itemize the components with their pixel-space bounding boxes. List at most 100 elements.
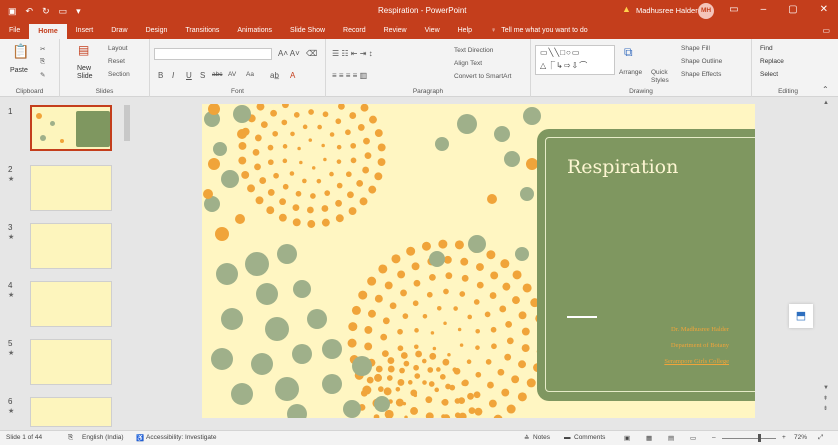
tab-home[interactable]: Home bbox=[29, 24, 67, 39]
thumbnail-slide-2[interactable] bbox=[30, 165, 112, 211]
new-slide-icon[interactable]: ▤ bbox=[78, 43, 89, 57]
cut-icon[interactable]: ✂ bbox=[40, 45, 45, 53]
change-case-button[interactable]: Aa bbox=[246, 71, 254, 78]
zoom-out-icon[interactable]: – bbox=[712, 434, 716, 441]
select-button[interactable]: Select bbox=[760, 71, 778, 78]
comments-button[interactable]: Comments bbox=[574, 434, 605, 441]
paste-icon[interactable]: 📋 bbox=[12, 43, 29, 60]
spelling-icon[interactable]: ⎘ bbox=[68, 434, 73, 442]
notes-button[interactable]: Notes bbox=[533, 434, 550, 441]
thumbnail-slide-5[interactable] bbox=[30, 339, 112, 385]
thumbnail-slide-1[interactable] bbox=[30, 105, 112, 151]
text-direction-button[interactable]: Text Direction bbox=[454, 47, 493, 54]
font-name-input[interactable] bbox=[154, 48, 272, 60]
shape-fill-button[interactable]: Shape Fill bbox=[681, 45, 710, 52]
highlight-icon[interactable]: ab̲ bbox=[270, 71, 279, 80]
section-button[interactable]: Section bbox=[108, 71, 130, 78]
author-name[interactable]: Dr. Madhusree Halder bbox=[671, 326, 729, 333]
zoom-in-icon[interactable]: + bbox=[782, 434, 786, 441]
scroll-down-icon[interactable]: ▼ bbox=[823, 385, 829, 391]
layout-button[interactable]: Layout bbox=[108, 45, 128, 52]
arrange-button[interactable]: Arrange bbox=[619, 69, 642, 76]
quick-styles-button[interactable]: Quick Styles bbox=[651, 69, 677, 85]
thumbnail-slide-3[interactable] bbox=[30, 223, 112, 269]
scrollbar-thumb[interactable] bbox=[124, 105, 130, 141]
slideshow-icon[interactable]: ▭ bbox=[690, 434, 696, 442]
warning-icon[interactable]: ▲ bbox=[622, 4, 631, 14]
new-slide-button[interactable]: New bbox=[77, 65, 91, 72]
save-icon[interactable]: ▣ bbox=[8, 6, 17, 17]
shadow-button[interactable]: S bbox=[200, 71, 205, 80]
department[interactable]: Department of Botany bbox=[671, 342, 729, 349]
italic-button[interactable]: I bbox=[172, 71, 174, 80]
tab-design[interactable]: Design bbox=[137, 27, 177, 39]
tab-slide-show[interactable]: Slide Show bbox=[281, 27, 334, 39]
slide-sorter-icon[interactable]: ▦ bbox=[646, 434, 652, 442]
user-name[interactable]: Madhusree Halder bbox=[636, 6, 698, 15]
comments-icon[interactable]: ▬ bbox=[564, 434, 571, 441]
strikethrough-button[interactable]: abc bbox=[212, 71, 222, 78]
right-scrollbar[interactable] bbox=[818, 97, 838, 430]
shapes-gallery[interactable]: ▭╲╲□○▭ △⎾↳⇨⇩⌒ bbox=[535, 45, 615, 75]
format-painter-icon[interactable]: ✎ bbox=[40, 71, 45, 79]
thumbnail-scrollbar[interactable] bbox=[123, 97, 131, 430]
copy-icon[interactable]: ⎘ bbox=[40, 58, 45, 66]
comments-icon[interactable]: ▭ bbox=[822, 26, 830, 35]
undo-icon[interactable]: ↶ bbox=[26, 6, 34, 17]
zoom-level[interactable]: 72% bbox=[794, 434, 807, 441]
close-icon[interactable]: ✕ bbox=[820, 4, 828, 15]
bullets-icon[interactable]: ☰ ☷ ⇤ ⇥ ↕ bbox=[332, 49, 373, 58]
language[interactable]: English (India) bbox=[82, 434, 124, 441]
tab-file[interactable]: File bbox=[0, 27, 29, 39]
tell-me-search[interactable]: ♀ Tell me what you want to do bbox=[491, 27, 588, 39]
fit-slide-icon[interactable]: ⤢ bbox=[818, 434, 823, 442]
next-slide-icon[interactable]: ⇟ bbox=[823, 405, 828, 412]
slide-canvas[interactable]: Respiration Dr. Madhusree Halder Departm… bbox=[202, 104, 755, 418]
minimize-icon[interactable]: – bbox=[761, 4, 767, 15]
customize-qat-icon[interactable]: ▾ bbox=[76, 6, 81, 17]
font-color-icon[interactable]: A bbox=[290, 71, 295, 80]
thumbnail-slide-4[interactable] bbox=[30, 281, 112, 327]
find-button[interactable]: Find bbox=[760, 45, 773, 52]
tab-help[interactable]: Help bbox=[449, 27, 481, 39]
avatar[interactable]: MH bbox=[698, 3, 714, 19]
zoom-slider[interactable] bbox=[722, 438, 776, 439]
paste-button[interactable]: Paste bbox=[10, 67, 28, 74]
arrange-icon[interactable]: ⧉ bbox=[624, 45, 633, 60]
tab-record[interactable]: Record bbox=[334, 27, 375, 39]
scroll-up-icon[interactable]: ▲ bbox=[823, 100, 829, 106]
replace-button[interactable]: Replace bbox=[760, 58, 784, 65]
thumbnail-slide-6[interactable] bbox=[30, 397, 112, 427]
college[interactable]: Serampore Girls College bbox=[664, 358, 729, 365]
notes-icon[interactable]: ≙ bbox=[524, 434, 529, 442]
tab-draw[interactable]: Draw bbox=[102, 27, 136, 39]
tab-view[interactable]: View bbox=[416, 27, 449, 39]
tab-insert[interactable]: Insert bbox=[67, 27, 103, 39]
smartart-button[interactable]: Convert to SmartArt bbox=[454, 73, 511, 80]
clear-format-icon[interactable]: ⌫ bbox=[306, 49, 317, 58]
font-grow-icon[interactable]: A˄ A˅ bbox=[278, 49, 300, 58]
shape-outline-button[interactable]: Shape Outline bbox=[681, 58, 722, 65]
shape-effects-button[interactable]: Shape Effects bbox=[681, 71, 721, 78]
underline-button[interactable]: U bbox=[186, 71, 192, 80]
tab-animations[interactable]: Animations bbox=[228, 27, 281, 39]
tab-transitions[interactable]: Transitions bbox=[176, 27, 228, 39]
slide-title[interactable]: Respiration bbox=[567, 156, 678, 178]
bold-button[interactable]: B bbox=[158, 71, 163, 80]
align-text-button[interactable]: Align Text bbox=[454, 60, 482, 67]
reading-view-icon[interactable]: ▤ bbox=[668, 434, 674, 442]
new-slide-button-2[interactable]: Slide bbox=[77, 73, 93, 80]
accessibility-icon[interactable]: ♿ bbox=[136, 434, 144, 442]
reset-button[interactable]: Reset bbox=[108, 58, 125, 65]
char-spacing-icon[interactable]: AV bbox=[228, 71, 236, 78]
bookmark-icon[interactable]: ⬒ bbox=[789, 304, 813, 328]
start-from-beginning-icon[interactable]: ▭ bbox=[59, 6, 68, 17]
redo-icon[interactable]: ↻ bbox=[42, 6, 50, 17]
ribbon-display-icon[interactable]: ▭ bbox=[729, 4, 738, 15]
zoom-slider-thumb[interactable] bbox=[758, 434, 761, 442]
collapse-ribbon-icon[interactable]: ⌃ bbox=[822, 85, 829, 94]
accessibility-status[interactable]: Accessibility: Investigate bbox=[146, 434, 216, 441]
align-icons[interactable]: ≡ ≡ ≡ ≡ ▥ bbox=[332, 71, 367, 80]
prev-slide-icon[interactable]: ⇞ bbox=[823, 395, 828, 402]
maximize-icon[interactable]: ▢ bbox=[788, 4, 797, 15]
